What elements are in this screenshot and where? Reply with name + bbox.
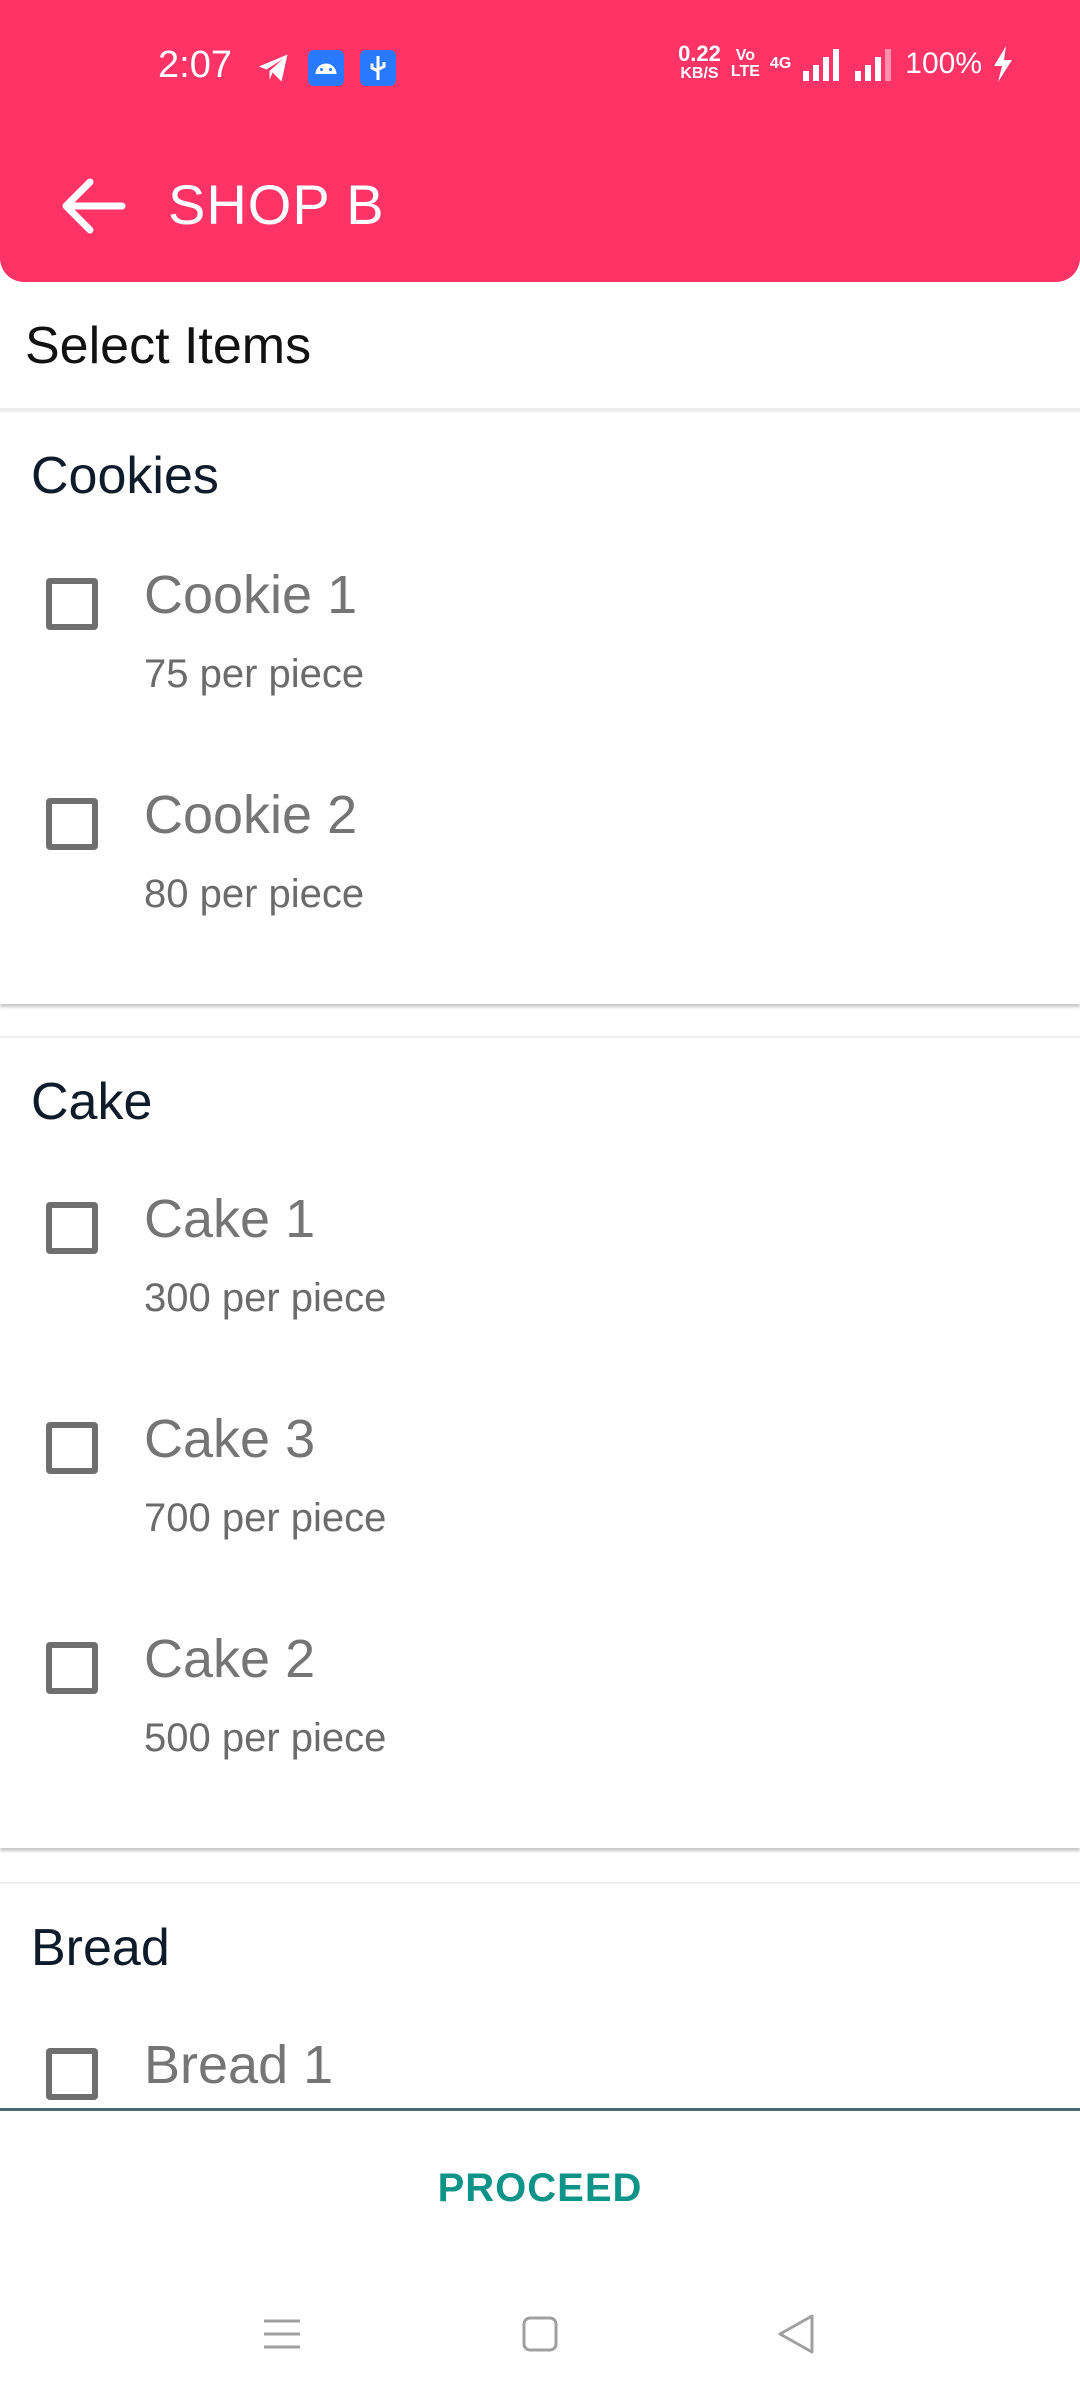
category-title: Bread — [31, 1919, 170, 1977]
battery-level: 100% — [905, 47, 982, 80]
app-title: SHOP B — [168, 173, 385, 236]
net-speed-unit: KB/S — [680, 65, 719, 82]
category-title: Cookies — [31, 447, 219, 505]
item-price: 80 per piece — [144, 872, 365, 916]
category-card-bread: Bread Bread 1 — [0, 1882, 1080, 2108]
status-right: 0.22 KB/S Vo LTE 4G 100% — [678, 41, 1014, 84]
proceed-button[interactable]: PROCEED — [0, 2111, 1080, 2266]
item-name: Bread 1 — [144, 2035, 334, 2095]
item-checkbox[interactable] — [46, 2048, 98, 2100]
back-button[interactable] — [56, 168, 132, 244]
list-item[interactable]: Cake 1 300 per piece — [0, 1170, 1080, 1370]
triangle-back-icon — [778, 2314, 814, 2354]
square-home-icon — [522, 2316, 558, 2352]
category-card-cookies: Cookies Cookie 1 75 per piece Cookie 2 8… — [0, 410, 1080, 1004]
item-name: Cookie 1 — [144, 565, 358, 625]
item-price: 75 per piece — [144, 652, 365, 696]
volte-icon: Vo LTE — [731, 48, 760, 80]
item-name: Cake 2 — [144, 1629, 316, 1689]
list-item[interactable]: Cake 2 500 per piece — [0, 1610, 1080, 1810]
system-nav-bar — [0, 2266, 1080, 2400]
net-speed-value: 0.22 — [678, 41, 721, 66]
list-item[interactable]: Bread 1 — [0, 2016, 1080, 2110]
nav-home-button[interactable] — [500, 2294, 580, 2374]
net-speed: 0.22 KB/S — [678, 41, 721, 84]
item-checkbox[interactable] — [46, 1422, 98, 1474]
list-item[interactable]: Cake 3 700 per piece — [0, 1390, 1080, 1590]
arrow-left-icon — [62, 178, 126, 234]
charging-icon — [994, 46, 1012, 82]
volte-top: Vo — [735, 47, 756, 64]
category-title: Cake — [31, 1073, 153, 1131]
network-type: 4G — [769, 55, 792, 72]
android-icon — [308, 50, 344, 86]
item-checkbox[interactable] — [46, 798, 98, 850]
item-price: 300 per piece — [144, 1276, 387, 1320]
item-name: Cake 1 — [144, 1189, 316, 1249]
item-checkbox[interactable] — [46, 1202, 98, 1254]
menu-icon — [264, 2319, 300, 2349]
nav-back-button[interactable] — [756, 2294, 836, 2374]
list-item[interactable]: Cookie 2 80 per piece — [0, 766, 1080, 966]
usb-icon — [360, 50, 396, 86]
status-bar: 2:07 0.22 KB/S Vo LTE 4G 100% — [0, 0, 1080, 140]
telegram-icon — [259, 54, 288, 82]
item-price: 500 per piece — [144, 1716, 387, 1760]
item-checkbox[interactable] — [46, 1642, 98, 1694]
nav-menu-button[interactable] — [242, 2294, 322, 2374]
page-heading: Select Items — [25, 317, 312, 375]
app-bar: 2:07 0.22 KB/S Vo LTE 4G 100% SHOP B — [0, 0, 1080, 282]
volte-bottom: LTE — [730, 63, 760, 80]
item-checkbox[interactable] — [46, 578, 98, 630]
item-name: Cookie 2 — [144, 785, 358, 845]
category-card-cake: Cake Cake 1 300 per piece Cake 3 700 per… — [0, 1036, 1080, 1848]
status-time: 2:07 — [158, 44, 232, 86]
list-item[interactable]: Cookie 1 75 per piece — [0, 546, 1080, 746]
signal-icon-2 — [855, 49, 892, 81]
item-name: Cake 3 — [144, 1409, 316, 1469]
item-price: 700 per piece — [144, 1496, 387, 1540]
bottom-action-bar: PROCEED — [0, 2108, 1080, 2266]
signal-icon — [803, 49, 840, 81]
